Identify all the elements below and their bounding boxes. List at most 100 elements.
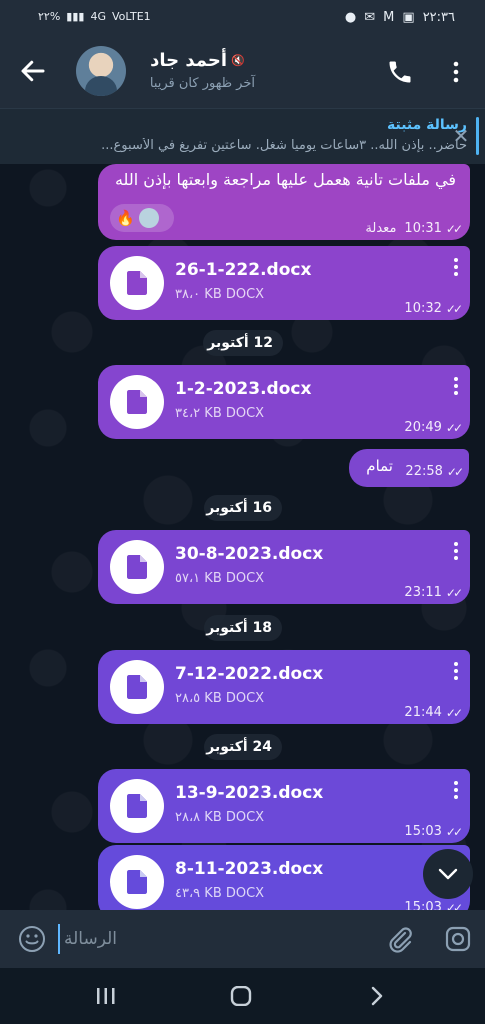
more-vertical-icon[interactable]	[454, 542, 458, 560]
file-message[interactable]: 7-12-2022.docx ٢٨،٥ KB DOCX 21:44 ✓✓	[98, 650, 470, 724]
signal-icon: ▮▮▮	[66, 10, 85, 23]
document-icon[interactable]	[110, 540, 164, 594]
message-time: 15:03	[404, 900, 442, 910]
file-name: 13-9-2023.docx	[175, 783, 324, 803]
more-vertical-icon[interactable]	[454, 662, 458, 680]
image-icon: ▣	[402, 10, 415, 25]
contact-name[interactable]: أحمد جاد	[150, 50, 227, 71]
message-time: 15:03	[404, 824, 442, 839]
more-vertical-icon[interactable]	[454, 377, 458, 395]
document-icon[interactable]	[110, 660, 164, 714]
date-separator: 16 أكتوبر	[204, 495, 282, 521]
message-meta: 21:44 ✓✓	[404, 705, 463, 720]
smile-icon[interactable]	[18, 925, 46, 953]
chat-header: أحمد جاد 🔇 آخر ظهور كان قريبا	[0, 36, 485, 108]
phone-icon[interactable]	[386, 58, 414, 86]
more-vertical-icon[interactable]	[454, 258, 458, 276]
message-meta: 20:49 ✓✓	[404, 420, 463, 435]
document-icon[interactable]	[110, 855, 164, 909]
lte-label: VoLTE1	[111, 10, 151, 23]
notification-dot-icon: ●	[344, 10, 357, 25]
double-check-icon: ✓✓	[445, 420, 463, 435]
double-check-icon: ✓✓	[445, 824, 463, 839]
date-separator: 24 أكتوبر	[204, 734, 282, 760]
message-bubble[interactable]: تمام 22:58 ✓✓	[349, 449, 469, 487]
double-check-icon: ✓✓	[446, 464, 464, 479]
date-separator: 18 أكتوبر	[204, 615, 282, 641]
home-icon[interactable]	[230, 986, 252, 1006]
more-vertical-icon[interactable]	[454, 781, 458, 799]
fire-reaction-icon: 🔥	[116, 209, 135, 227]
message-text: تمام	[366, 457, 393, 475]
message-meta: 15:03 ✓✓	[404, 900, 463, 911]
reaction-chip[interactable]: 🔥	[110, 204, 174, 232]
pinned-text: حاضر.. بإذن الله.. ٣ساعات يوميا شغل. ساع…	[101, 138, 467, 153]
file-name: 30-8-2023.docx	[175, 544, 324, 564]
file-message[interactable]: 8-11-2023.docx ٤٣،٩ KB DOCX 15:03 ✓✓	[98, 845, 470, 910]
message-input-placeholder: الرسالة	[64, 929, 118, 949]
file-name: 7-12-2022.docx	[175, 664, 324, 684]
message-time: 10:31	[404, 221, 442, 236]
message-meta: معدلة 10:31 ✓✓	[365, 221, 463, 236]
battery-percent: ٢٢%	[38, 10, 61, 23]
file-message[interactable]: 13-9-2023.docx ٢٨،٨ KB DOCX 15:03 ✓✓	[98, 769, 470, 843]
message-meta: 22:58 ✓✓	[405, 464, 464, 479]
chevron-down-icon	[438, 868, 458, 880]
mute-icon: 🔇	[231, 54, 245, 67]
file-message[interactable]: 30-8-2023.docx ٥٧،١ KB DOCX 23:11 ✓✓	[98, 530, 470, 604]
camera-icon[interactable]	[444, 925, 472, 953]
double-check-icon: ✓✓	[445, 900, 463, 911]
message-text: في ملفات تانية هعمل عليها مراجعة وابعتها…	[114, 170, 456, 189]
file-size: ٤٣،٩ KB DOCX	[175, 886, 265, 901]
status-bar: ٢٢% ▮▮▮ 4G VoLTE1 ● ✉ M ▣ ٢٢:٣٦	[0, 0, 485, 36]
file-message[interactable]: 26-1-222.docx ٣٨،٠ KB DOCX 10:32 ✓✓	[98, 246, 470, 320]
gmail-icon: M	[383, 10, 395, 25]
date-separator: 12 أكتوبر	[203, 330, 283, 356]
double-check-icon: ✓✓	[445, 221, 463, 236]
chat-area[interactable]: في ملفات تانية هعمل عليها مراجعة وابعتها…	[0, 164, 485, 910]
last-seen: آخر ظهور كان قريبا	[149, 76, 255, 91]
edited-label: معدلة	[365, 221, 397, 236]
message-bubble[interactable]: في ملفات تانية هعمل عليها مراجعة وابعتها…	[98, 164, 470, 240]
back-arrow-icon[interactable]	[18, 56, 48, 86]
file-message[interactable]: 1-2-2023.docx ٣٤،٢ KB DOCX 20:49 ✓✓	[98, 365, 470, 439]
message-time: 21:44	[404, 705, 442, 720]
file-size: ٣٤،٢ KB DOCX	[175, 406, 265, 421]
close-icon[interactable]: ✕	[450, 125, 472, 147]
status-left: ٢٢% ▮▮▮ 4G VoLTE1	[38, 10, 151, 23]
network-label: 4G	[90, 10, 106, 23]
scroll-down-button[interactable]	[423, 849, 473, 899]
double-check-icon: ✓✓	[445, 301, 463, 316]
clock-time: ٢٢:٣٦	[422, 10, 455, 25]
message-input[interactable]: الرسالة	[58, 924, 368, 954]
system-nav-bar	[0, 968, 485, 1024]
message-meta: 15:03 ✓✓	[404, 824, 463, 839]
message-time: 20:49	[404, 420, 442, 435]
avatar[interactable]	[76, 46, 126, 96]
file-size: ٣٨،٠ KB DOCX	[175, 287, 265, 302]
reactor-avatar	[138, 208, 159, 228]
message-time: 23:11	[404, 585, 442, 600]
status-right: ● ✉ M ▣ ٢٢:٣٦	[345, 10, 455, 25]
pinned-indicator	[476, 117, 479, 155]
file-size: ٢٨،٨ KB DOCX	[175, 810, 265, 825]
file-size: ٢٨،٥ KB DOCX	[175, 691, 265, 706]
document-icon[interactable]	[110, 256, 164, 310]
back-nav-icon[interactable]	[368, 986, 386, 1006]
pinned-message[interactable]: رسالة مثبتة حاضر.. بإذن الله.. ٣ساعات يو…	[0, 108, 485, 164]
file-name: 8-11-2023.docx	[175, 859, 324, 879]
recent-apps-icon[interactable]	[95, 986, 117, 1006]
double-check-icon: ✓✓	[445, 705, 463, 720]
document-icon[interactable]	[110, 779, 164, 833]
file-size: ٥٧،١ KB DOCX	[175, 571, 265, 586]
message-time: 22:58	[405, 464, 443, 479]
message-meta: 23:11 ✓✓	[404, 585, 463, 600]
double-check-icon: ✓✓	[445, 585, 463, 600]
message-time: 10:32	[404, 301, 442, 316]
message-meta: 10:32 ✓✓	[404, 301, 463, 316]
document-icon[interactable]	[110, 375, 164, 429]
paperclip-icon[interactable]	[384, 924, 414, 954]
mail-icon: ✉	[364, 10, 376, 25]
file-name: 1-2-2023.docx	[175, 379, 312, 399]
more-vertical-icon[interactable]	[448, 59, 464, 85]
